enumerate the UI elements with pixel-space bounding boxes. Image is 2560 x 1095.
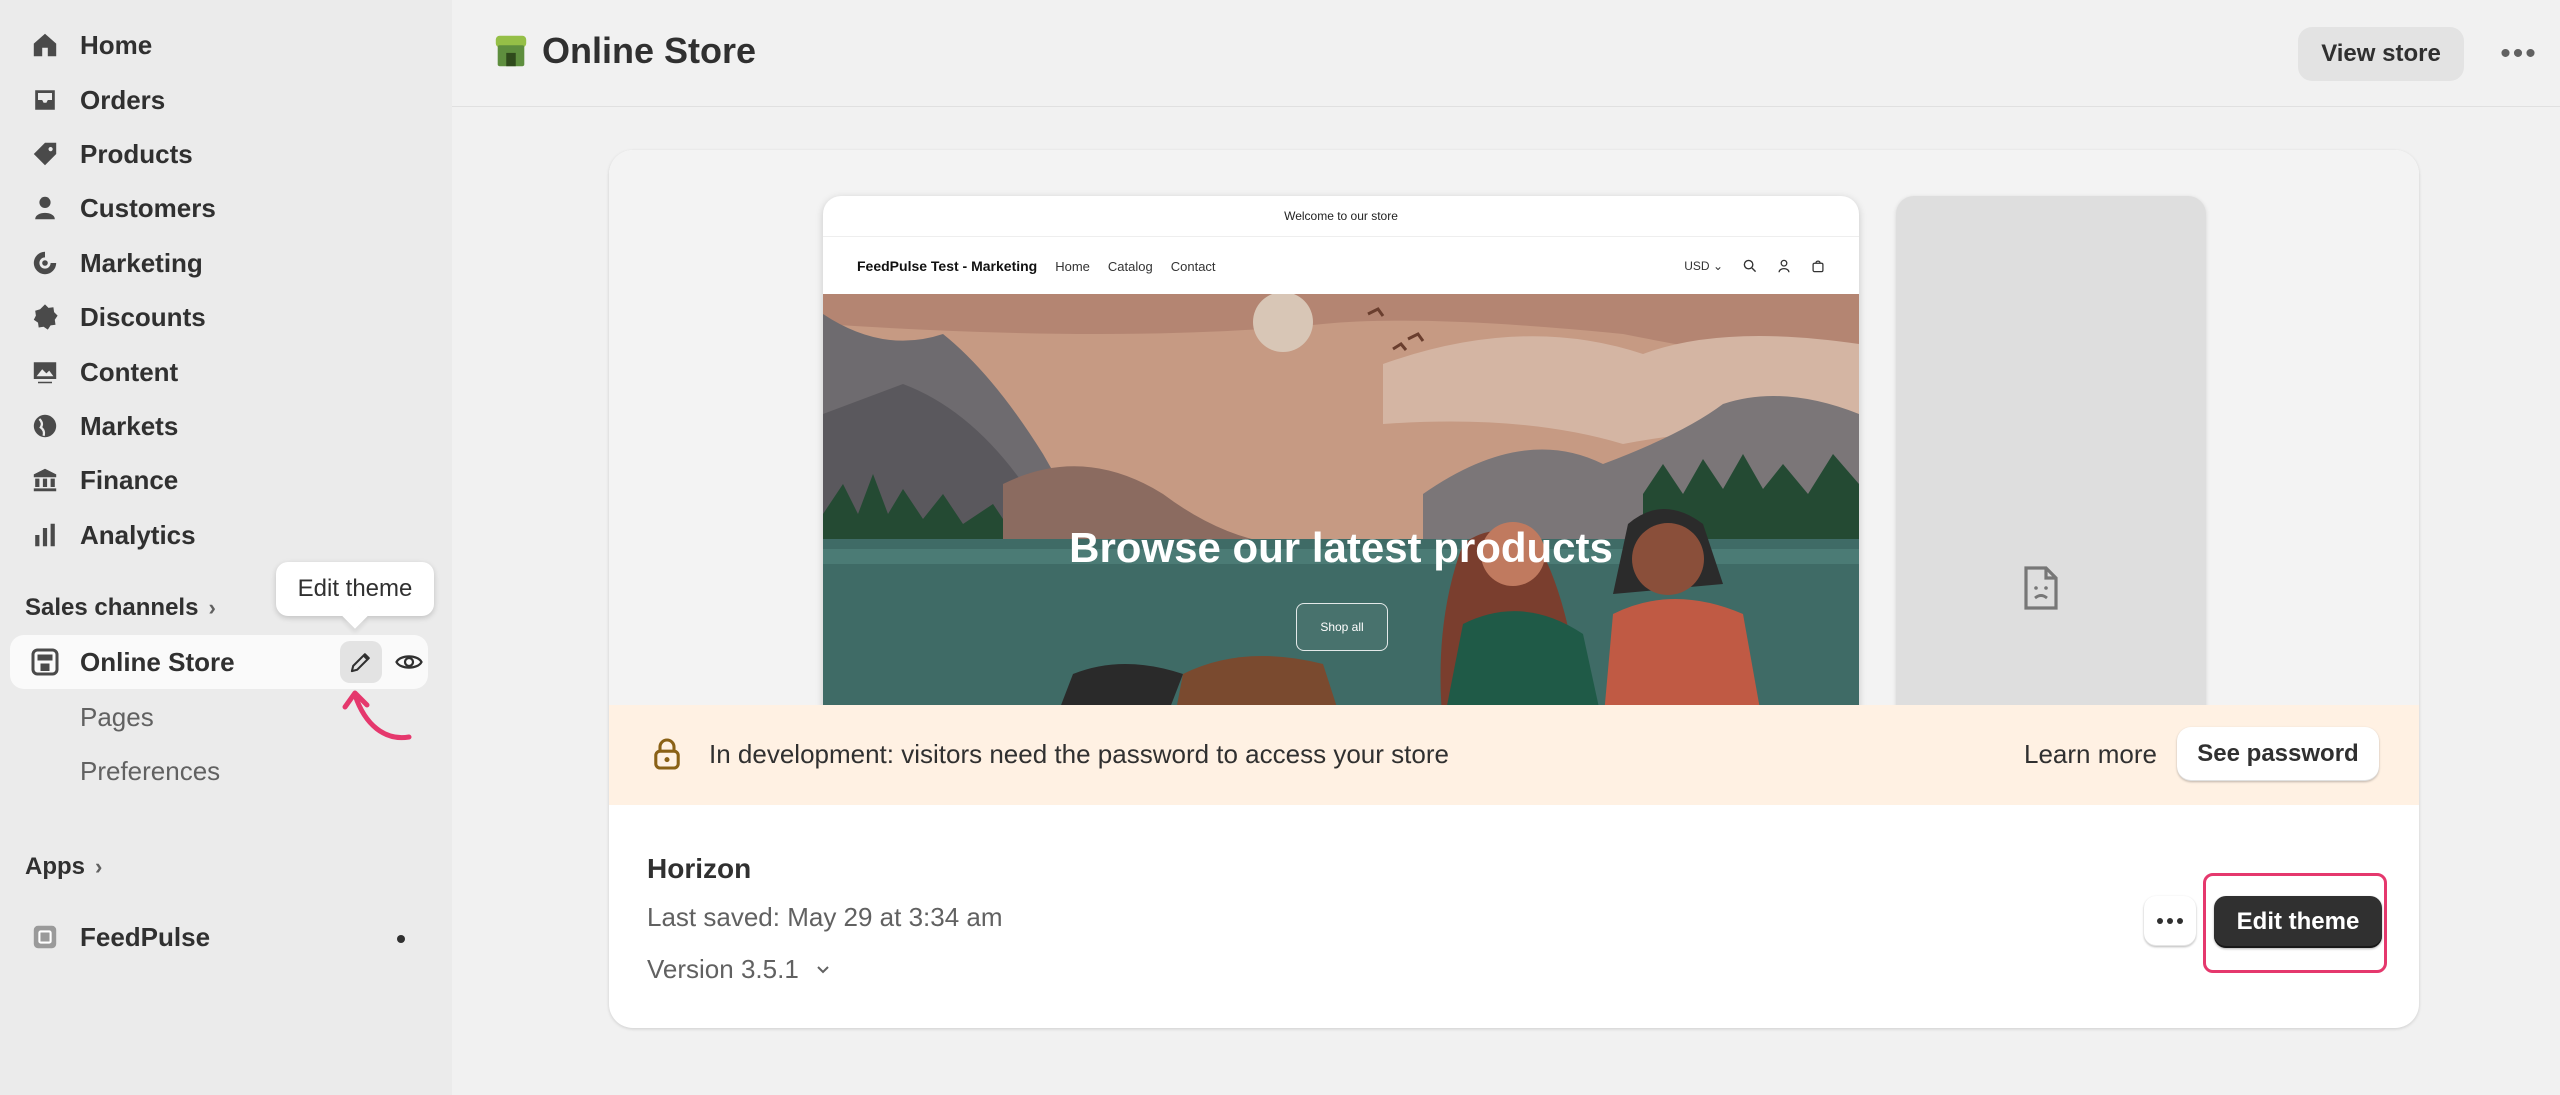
currency-selector: USD ⌄ bbox=[1684, 259, 1723, 273]
nav-content-label: Content bbox=[80, 356, 179, 387]
theme-version-label: Version 3.5.1 bbox=[647, 954, 799, 984]
nav-finance[interactable]: Finance bbox=[30, 458, 178, 502]
nav-discounts-label: Discounts bbox=[80, 301, 206, 332]
nav-customers-label: Customers bbox=[80, 192, 216, 223]
pointer-arrow-icon bbox=[342, 690, 412, 741]
pencil-icon bbox=[350, 653, 370, 673]
discount-icon bbox=[30, 302, 60, 332]
store-nav: FeedPulse Test - Marketing Home Catalog … bbox=[823, 237, 1859, 296]
eye-icon bbox=[395, 655, 423, 669]
sidebar-item-pages[interactable]: Pages bbox=[80, 702, 154, 733]
home-icon bbox=[30, 30, 60, 60]
nav-finance-label: Finance bbox=[80, 464, 179, 495]
nav-products-label: Products bbox=[80, 138, 193, 169]
person-icon bbox=[30, 193, 60, 223]
nav-content[interactable]: Content bbox=[30, 350, 178, 394]
image-icon bbox=[30, 357, 60, 387]
desktop-preview[interactable]: Welcome to our store FeedPulse Test - Ma… bbox=[823, 196, 1859, 726]
apps-header[interactable]: Apps › bbox=[25, 853, 102, 881]
sidebar: Home Orders Products Customers Marketing… bbox=[0, 0, 452, 1095]
nav-marketing[interactable]: Marketing bbox=[30, 241, 203, 285]
bar-chart-icon bbox=[30, 520, 60, 550]
edit-theme-tooltip: Edit theme bbox=[276, 562, 434, 616]
nav-customers[interactable]: Customers bbox=[30, 186, 216, 230]
hero-illustration bbox=[823, 294, 1859, 726]
sales-channels-label: Sales channels bbox=[25, 594, 199, 621]
tag-icon bbox=[30, 139, 60, 169]
sidebar-item-preferences[interactable]: Preferences bbox=[80, 756, 220, 787]
nav-markets[interactable]: Markets bbox=[30, 404, 178, 448]
broken-file-icon bbox=[2024, 566, 2058, 610]
page-title: Online Store bbox=[492, 30, 756, 72]
view-store-eye-button[interactable] bbox=[388, 641, 430, 683]
sidebar-item-online-store[interactable]: Online Store bbox=[10, 635, 428, 689]
learn-more-link[interactable]: Learn more bbox=[2024, 739, 2157, 770]
nav-marketing-label: Marketing bbox=[80, 247, 203, 278]
online-store-icon bbox=[495, 35, 527, 67]
online-store-label: Online Store bbox=[80, 647, 235, 677]
nav-orders[interactable]: Orders bbox=[30, 78, 165, 122]
nav-discounts[interactable]: Discounts bbox=[30, 295, 206, 339]
inbox-icon bbox=[30, 85, 60, 115]
apps-label: Apps bbox=[25, 853, 85, 880]
store-brand: FeedPulse Test - Marketing bbox=[857, 258, 1038, 274]
nav-analytics[interactable]: Analytics bbox=[30, 513, 196, 557]
hero-banner: Browse our latest products Shop all bbox=[823, 294, 1859, 726]
sidebar-item-feedpulse[interactable]: FeedPulse bbox=[30, 915, 210, 959]
nav-analytics-label: Analytics bbox=[80, 519, 196, 550]
announcement-bar: Welcome to our store bbox=[823, 196, 1859, 237]
target-icon bbox=[30, 248, 60, 278]
store-icon bbox=[31, 648, 59, 676]
page-title-text: Online Store bbox=[542, 30, 757, 71]
bank-icon bbox=[30, 465, 60, 495]
nav-orders-label: Orders bbox=[80, 84, 166, 115]
theme-card: Welcome to our store FeedPulse Test - Ma… bbox=[609, 150, 2419, 1028]
theme-preview-area: Welcome to our store FeedPulse Test - Ma… bbox=[609, 150, 2419, 726]
cart-icon bbox=[1812, 260, 1824, 273]
account-icon bbox=[1778, 259, 1790, 273]
nav-home-label: Home bbox=[80, 29, 153, 60]
edit-theme-main-button[interactable]: Edit theme bbox=[2214, 896, 2382, 948]
see-password-button[interactable]: See password bbox=[2177, 727, 2379, 781]
theme-name: Horizon bbox=[647, 853, 752, 884]
chevron-right-icon: › bbox=[95, 854, 103, 879]
theme-last-saved: Last saved: May 29 at 3:34 am bbox=[647, 902, 1003, 932]
page-header: Online Store View store ••• bbox=[452, 0, 2560, 107]
feedpulse-app-icon bbox=[30, 922, 60, 952]
currency-label: USD bbox=[1684, 259, 1710, 273]
edit-theme-button[interactable] bbox=[340, 641, 382, 683]
nav-home[interactable]: Home bbox=[30, 23, 152, 67]
theme-more-actions-button[interactable] bbox=[2144, 896, 2196, 946]
chevron-right-icon: › bbox=[208, 595, 216, 620]
development-message: In development: visitors need the passwo… bbox=[709, 739, 1449, 769]
store-link-contact: Contact bbox=[1170, 258, 1216, 274]
nav-products[interactable]: Products bbox=[30, 132, 193, 176]
shop-all-button: Shop all bbox=[1296, 603, 1388, 651]
more-actions-icon[interactable]: ••• bbox=[2494, 36, 2544, 72]
hero-title: Browse our latest products bbox=[1069, 524, 1613, 571]
mobile-preview[interactable] bbox=[1896, 196, 2206, 726]
store-link-catalog: Catalog bbox=[1107, 258, 1153, 274]
store-link-home: Home bbox=[1055, 258, 1090, 274]
nav-markets-label: Markets bbox=[80, 410, 179, 441]
sales-channels-header[interactable]: Sales channels › bbox=[25, 594, 216, 622]
lock-icon bbox=[654, 738, 680, 770]
store-nav-right: USD ⌄ bbox=[1684, 259, 1825, 273]
development-banner: In development: visitors need the passwo… bbox=[609, 705, 2419, 805]
globe-icon bbox=[30, 411, 60, 441]
view-store-button[interactable]: View store bbox=[2298, 27, 2464, 81]
chevron-down-icon bbox=[817, 965, 829, 973]
search-icon bbox=[1743, 259, 1757, 273]
feedpulse-label: FeedPulse bbox=[80, 921, 211, 952]
feedpulse-status-dot bbox=[397, 935, 405, 943]
theme-version-selector[interactable]: Version 3.5.1 bbox=[647, 954, 833, 985]
ellipsis-icon bbox=[2157, 918, 2183, 924]
